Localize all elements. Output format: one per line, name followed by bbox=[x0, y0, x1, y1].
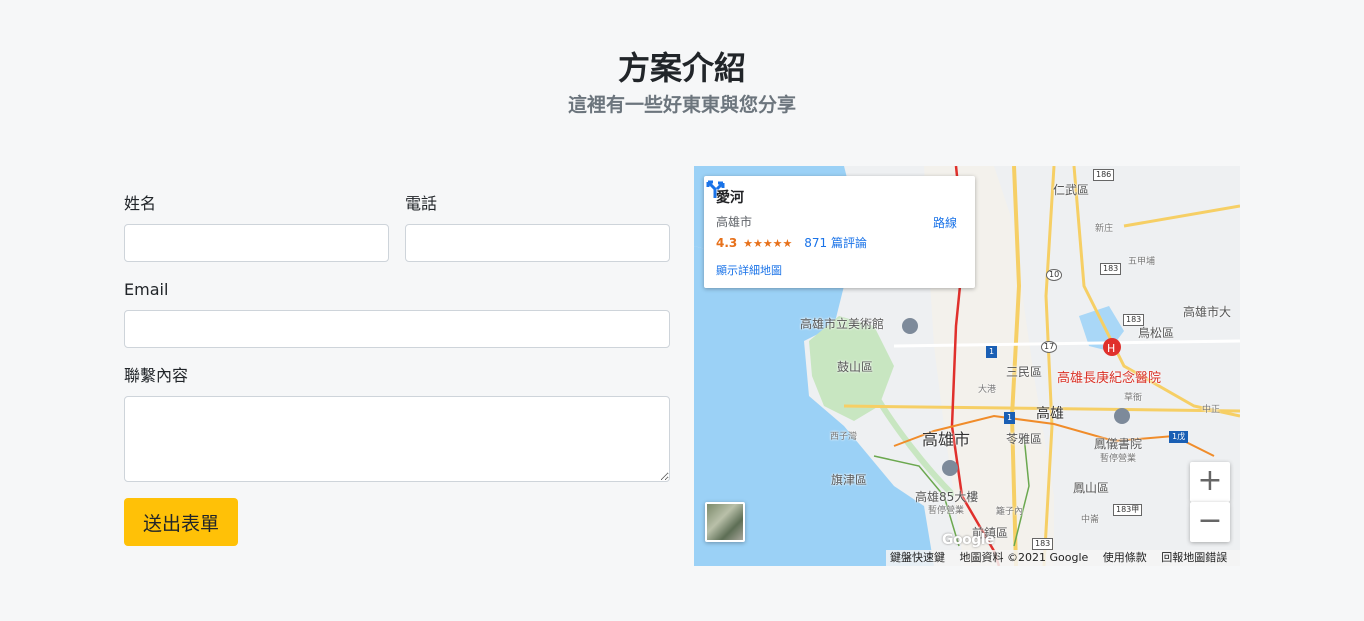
map-footer: 鍵盤快速鍵 地圖資料 ©2021 Google 使用條款 回報地圖錯誤 bbox=[886, 550, 1240, 566]
svg-text:H: H bbox=[1107, 342, 1115, 355]
email-input[interactable] bbox=[124, 310, 670, 348]
satellite-toggle-button[interactable] bbox=[705, 502, 745, 542]
zoom-in-button[interactable]: + bbox=[1190, 462, 1230, 502]
google-map[interactable]: H 仁武區 新庄 五甲埔 高雄市大 鳥松區 高雄市立美術館 鼓山區 三民區 高雄… bbox=[694, 166, 1240, 566]
name-label: 姓名 bbox=[124, 194, 157, 213]
keyboard-shortcuts-link[interactable]: 鍵盤快速鍵 bbox=[890, 551, 945, 564]
route-shield-183d: 183 bbox=[1032, 538, 1054, 550]
map-label-qijin: 旗津區 bbox=[831, 473, 868, 487]
place-city: 高雄市 bbox=[716, 215, 753, 229]
route-shield-1: 1 bbox=[986, 346, 998, 358]
phone-input[interactable] bbox=[405, 224, 670, 262]
reviews-link[interactable]: 871 篇評論 bbox=[804, 236, 867, 250]
map-label-sizihwan: 西子灣 bbox=[830, 432, 858, 442]
map-label-tower85-status: 暫停營業 bbox=[928, 506, 965, 516]
route-shield-186: 186 bbox=[1093, 169, 1115, 181]
directions-icon[interactable] bbox=[704, 176, 728, 200]
map-label-kaohsiung-city: 高雄市 bbox=[922, 430, 971, 449]
directions-link[interactable]: 路線 bbox=[933, 214, 957, 231]
map-data-text: 地圖資料 ©2021 Google bbox=[959, 551, 1089, 564]
map-label-sanmin: 三民區 bbox=[1006, 365, 1043, 379]
map-label-zhongping: 中崙 bbox=[1081, 515, 1100, 525]
map-label-niaosong: 鳥松區 bbox=[1138, 326, 1175, 340]
map-label-lingya: 苓雅區 bbox=[1006, 432, 1043, 446]
map-label-yacheng: 籬子內 bbox=[996, 507, 1024, 517]
map-label-fengshan: 鳳山區 bbox=[1073, 481, 1110, 495]
page-header: 方案介紹 這裡有一些好東東與您分享 bbox=[0, 46, 1364, 119]
route-shield-183c: 183甲 bbox=[1113, 504, 1143, 516]
map-label-library: 鳳儀書院 bbox=[1094, 437, 1143, 451]
route-shield-17: 17 bbox=[1041, 341, 1058, 353]
route-shield-1a: 1 bbox=[1004, 412, 1016, 424]
google-logo: Google bbox=[942, 532, 995, 548]
map-label-datong: 大港 bbox=[978, 385, 997, 395]
map-label-zhongzheng: 中正 bbox=[1202, 405, 1221, 415]
route-shield-1c: 1戊 bbox=[1169, 431, 1189, 443]
message-label: 聯繫內容 bbox=[124, 366, 189, 385]
map-label-fengshan-camp: 暫停營業 bbox=[1100, 454, 1137, 464]
phone-label: 電話 bbox=[405, 194, 438, 213]
map-label-xinzhuang: 新庄 bbox=[1095, 224, 1114, 234]
view-larger-map-link[interactable]: 顯示詳細地圖 bbox=[716, 262, 782, 278]
route-shield-183: 183 bbox=[1100, 263, 1122, 275]
map-label-chang-gung: 高雄長庚紀念醫院 bbox=[1057, 371, 1162, 386]
map-label-gushan: 鼓山區 bbox=[837, 360, 874, 374]
submit-button[interactable]: 送出表單 bbox=[124, 498, 238, 546]
report-error-link[interactable]: 回報地圖錯誤 bbox=[1161, 551, 1227, 564]
rating-row: 4.3 ★★★★★ 871 篇評論 bbox=[716, 234, 867, 251]
zoom-out-button[interactable]: − bbox=[1190, 502, 1230, 542]
rating-value: 4.3 bbox=[716, 236, 738, 250]
message-textarea[interactable] bbox=[124, 396, 670, 482]
name-input[interactable] bbox=[124, 224, 389, 262]
map-label-caoya: 草衙 bbox=[1124, 393, 1143, 403]
route-shield-183b: 183 bbox=[1123, 314, 1145, 326]
map-label-museum: 高雄市立美術館 bbox=[800, 317, 885, 331]
map-label-renwu: 仁武區 bbox=[1053, 183, 1090, 197]
map-label-kaohsiung-station: 高雄 bbox=[1036, 406, 1064, 422]
map-label-kaohsiung-da: 高雄市大 bbox=[1183, 305, 1232, 319]
email-label: Email bbox=[124, 280, 169, 299]
page-title: 方案介紹 bbox=[617, 49, 746, 87]
place-info-card: 愛河 高雄市 4.3 ★★★★★ 871 篇評論 顯示詳細地圖 路線 bbox=[704, 176, 975, 288]
route-shield-10: 10 bbox=[1046, 269, 1063, 281]
rating-stars-icon: ★★★★★ bbox=[743, 237, 793, 250]
map-label-wuhu: 五甲埔 bbox=[1128, 257, 1156, 267]
page-subtitle: 這裡有一些好東東與您分享 bbox=[567, 94, 796, 116]
terms-link[interactable]: 使用條款 bbox=[1103, 551, 1147, 564]
